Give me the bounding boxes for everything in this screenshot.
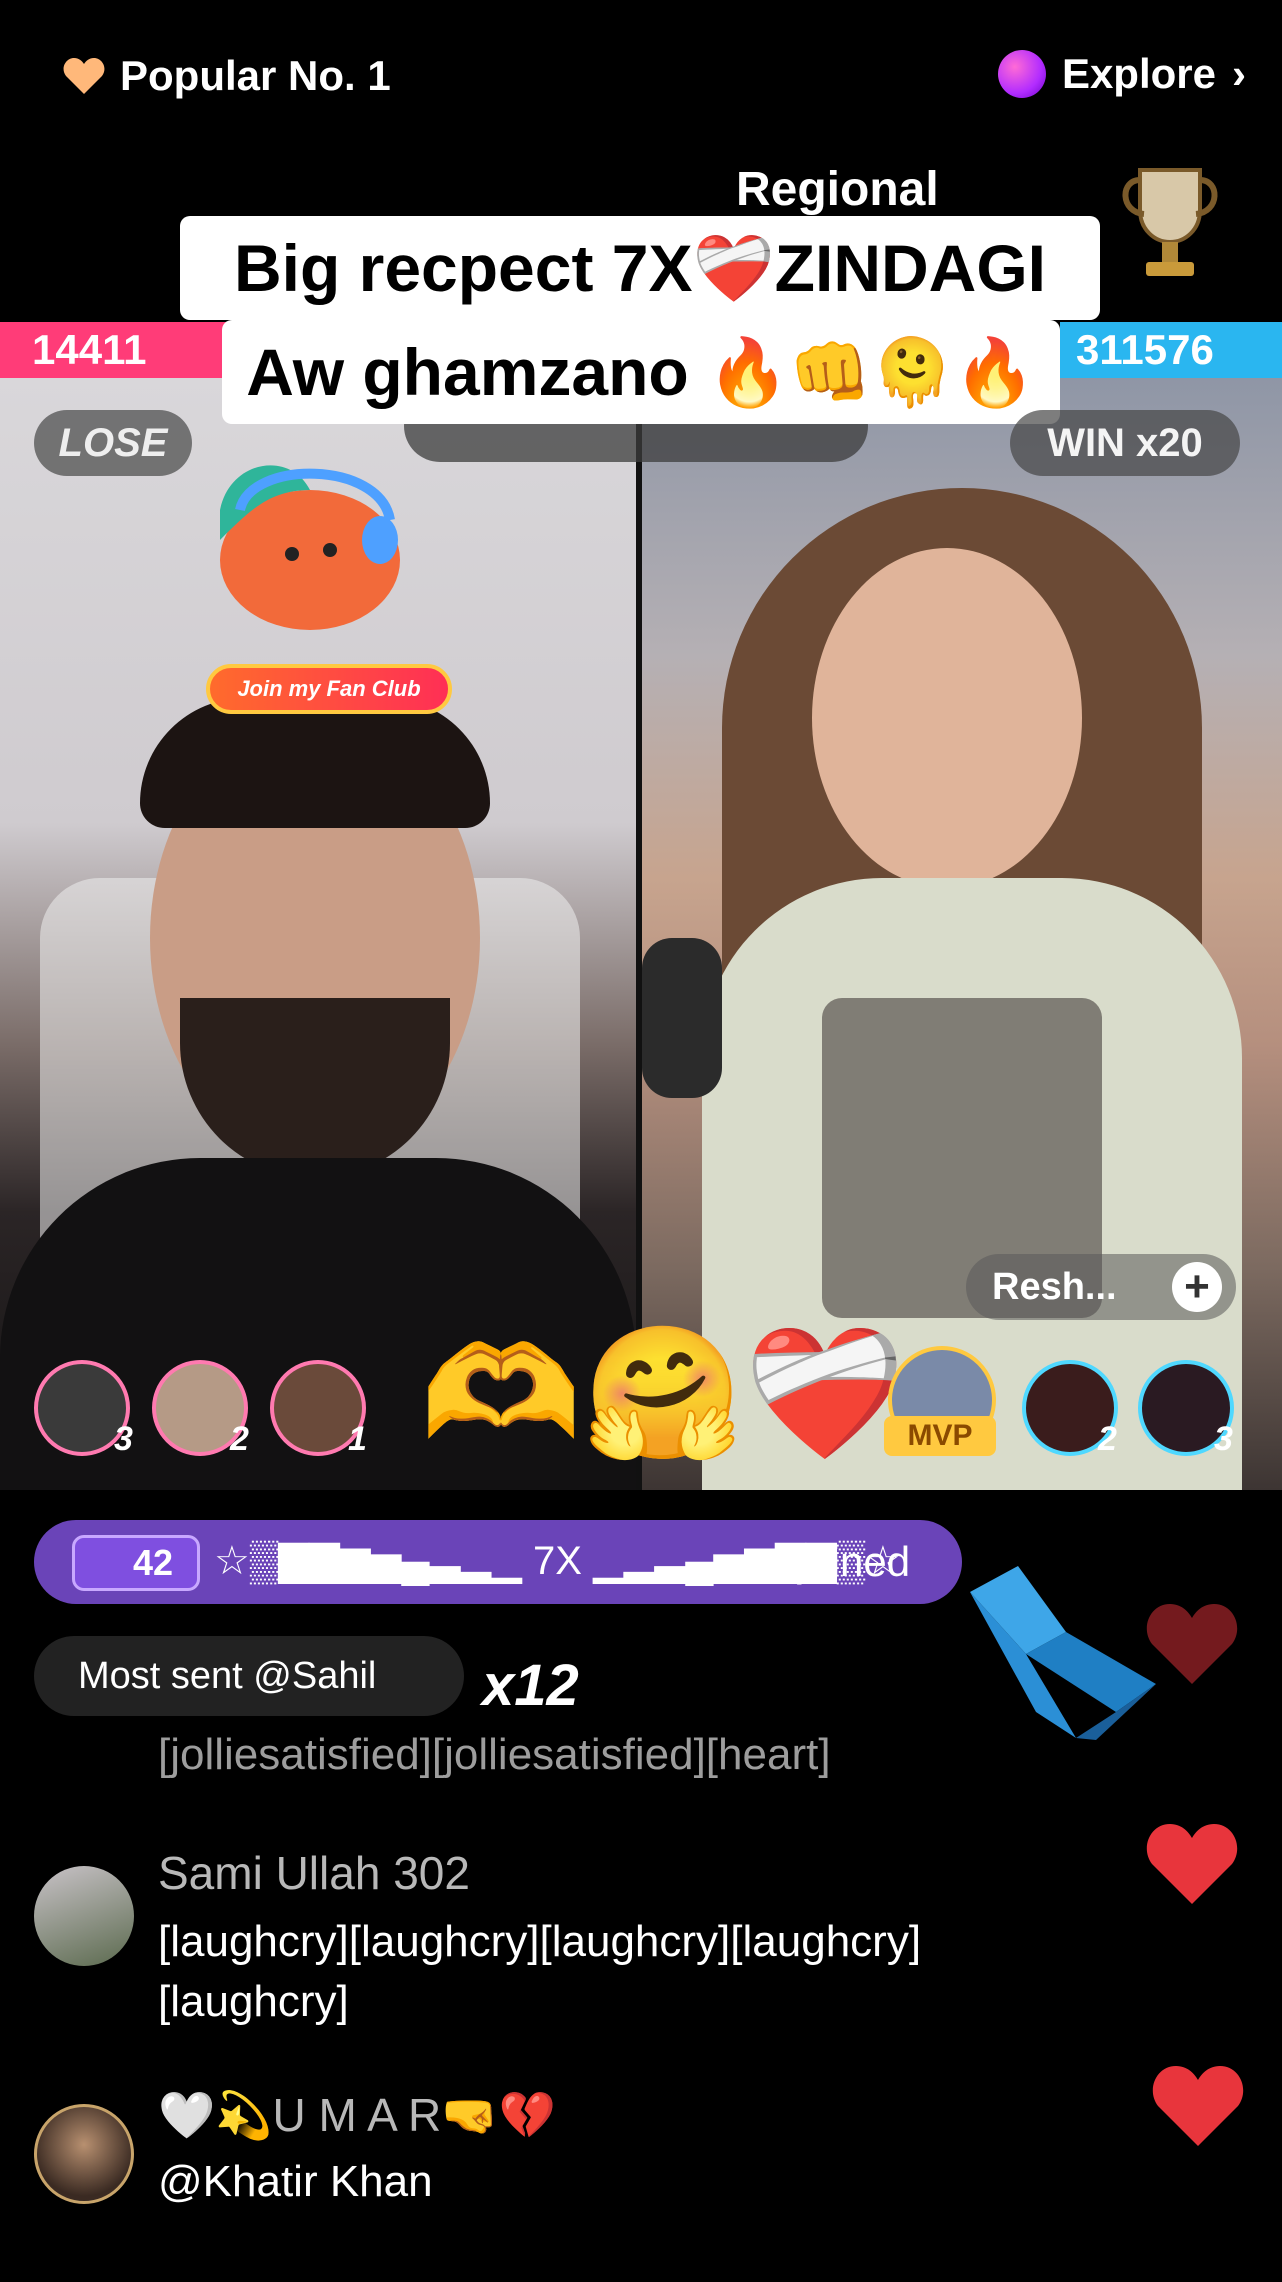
comment-message: [laughcry][laughcry][laughcry][laughcry]: [158, 1917, 922, 1966]
gifter-rank: 2: [230, 1420, 249, 1458]
caption-line-2: Aw ghamzano 🔥👊🫠🔥: [222, 320, 1060, 424]
comment-username[interactable]: 🤍💫U M A R🤜💔: [158, 2088, 556, 2143]
join-fan-club-button[interactable]: Join my Fan Club: [206, 664, 452, 714]
left-host-hair: [140, 698, 490, 828]
lose-badge: LOSE: [34, 410, 192, 476]
commenter-avatar[interactable]: [34, 2104, 134, 2204]
fan-club-mascot-icon[interactable]: [180, 450, 420, 650]
comment-username[interactable]: Sami Ullah 302: [158, 1846, 470, 1900]
caption-line-1: Big recpect 7X❤️‍🩹ZINDAGI: [180, 216, 1100, 320]
comment-message: [laughcry]: [158, 1977, 349, 2026]
like-heart-icon[interactable]: [1144, 1820, 1240, 1908]
right-host-face: [812, 548, 1082, 888]
right-team-score: 311576: [1060, 322, 1282, 378]
heart-icon: [63, 58, 105, 94]
explore-button[interactable]: Explore ›: [997, 50, 1246, 98]
popular-label: Popular No. 1: [120, 52, 391, 99]
plus-icon[interactable]: +: [1172, 1262, 1222, 1312]
planet-icon: [997, 50, 1046, 98]
comment-message: @Khatir Khan: [158, 2157, 433, 2206]
gifter-rank: 2: [1098, 1420, 1117, 1458]
commenter-avatar[interactable]: [34, 1866, 134, 1966]
most-sent-banner: Most sent @Sahil: [34, 1636, 464, 1716]
win-badge: WIN x20: [1010, 410, 1240, 476]
explore-label: Explore: [1061, 50, 1216, 97]
comment-message: [jolliesatisfied][jolliesatisfied][heart…: [158, 1730, 831, 1779]
gifter-rank: 3: [114, 1420, 133, 1458]
chevron-right-icon: ›: [1232, 50, 1246, 97]
most-sent-multiplier: x12: [482, 1653, 579, 1718]
popular-rank[interactable]: Popular No. 1: [62, 52, 391, 100]
joined-label: joined: [798, 1538, 911, 1585]
center-emojis: 🫶🤗❤️‍🩹: [420, 1320, 906, 1466]
trophy-icon[interactable]: [1110, 150, 1230, 290]
mvp-badge: MVP: [884, 1416, 996, 1456]
microphone: [642, 938, 722, 1098]
regional-label: Regional: [736, 163, 939, 216]
gifter-rank: 1: [348, 1420, 367, 1458]
cursor-arrow-icon: [970, 1566, 1156, 1740]
gifter-rank: 3: [1214, 1420, 1233, 1458]
like-heart-icon[interactable]: [1150, 2062, 1246, 2150]
level-badge: 42: [72, 1535, 200, 1591]
